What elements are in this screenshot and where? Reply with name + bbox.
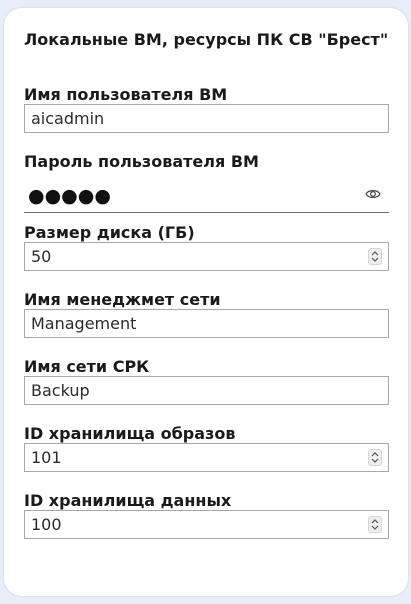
backup-network-label: Имя сети СРК	[24, 357, 150, 376]
data-storage-id-stepper[interactable]	[368, 516, 382, 533]
image-storage-id-input[interactable]: 101	[24, 443, 389, 472]
chevron-down-icon	[371, 458, 379, 463]
username-label: Имя пользователя ВМ	[24, 85, 228, 104]
username-value: aicadmin	[31, 109, 105, 128]
password-label: Пароль пользователя ВМ	[24, 152, 259, 171]
backup-network-input[interactable]: Backup	[24, 376, 389, 405]
data-storage-id-label: ID хранилища данных	[24, 491, 232, 510]
password-input[interactable]: ●●●●●	[24, 180, 389, 213]
image-storage-id-stepper[interactable]	[368, 449, 382, 466]
section-title: Локальные ВМ, ресурсы ПК СВ "Брест"	[24, 30, 389, 49]
mgmt-network-value: Management	[31, 314, 137, 333]
username-input[interactable]: aicadmin	[24, 104, 389, 133]
disk-size-input[interactable]: 50	[24, 242, 389, 271]
chevron-up-icon	[371, 452, 379, 457]
chevron-down-icon	[371, 525, 379, 530]
data-storage-id-value: 100	[31, 515, 62, 534]
settings-card: Локальные ВМ, ресурсы ПК СВ "Брест" Имя …	[4, 8, 408, 596]
eye-icon[interactable]	[365, 186, 381, 200]
password-masked-value: ●●●●●	[28, 185, 111, 207]
disk-size-stepper[interactable]	[368, 248, 382, 265]
chevron-up-icon	[371, 251, 379, 256]
data-storage-id-input[interactable]: 100	[24, 510, 389, 539]
mgmt-network-label: Имя менеджмет сети	[24, 290, 221, 309]
disk-size-label: Размер диска (ГБ)	[24, 223, 195, 242]
mgmt-network-input[interactable]: Management	[24, 309, 389, 338]
image-storage-id-value: 101	[31, 448, 62, 467]
backup-network-value: Backup	[31, 381, 90, 400]
image-storage-id-label: ID хранилища образов	[24, 424, 236, 443]
chevron-down-icon	[371, 257, 379, 262]
chevron-up-icon	[371, 519, 379, 524]
disk-size-value: 50	[31, 247, 52, 266]
